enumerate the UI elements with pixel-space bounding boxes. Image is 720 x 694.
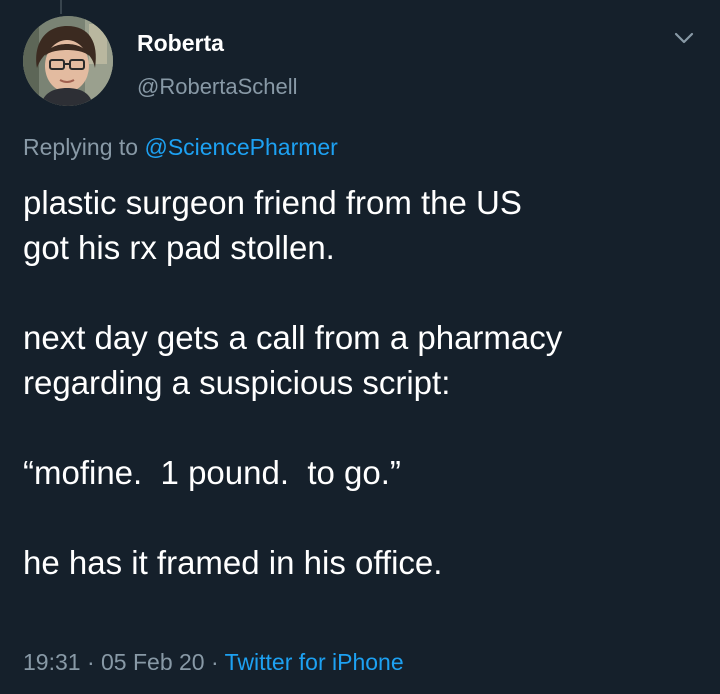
meta-separator: · bbox=[86, 649, 95, 675]
tweet-meta: 19:31 · 05 Feb 20 · Twitter for iPhone bbox=[23, 647, 404, 677]
chevron-down-icon bbox=[674, 32, 694, 44]
reply-mention-link[interactable]: @SciencePharmer bbox=[144, 134, 337, 160]
tweet-menu-button[interactable] bbox=[672, 26, 696, 50]
tweet-date[interactable]: 05 Feb 20 bbox=[101, 649, 205, 675]
tweet-body: plastic surgeon friend from the US got h… bbox=[23, 180, 703, 585]
avatar[interactable] bbox=[23, 16, 113, 106]
tweet-source-link[interactable]: Twitter for iPhone bbox=[225, 649, 404, 675]
reply-context: Replying to @SciencePharmer bbox=[23, 132, 338, 162]
author-display-name[interactable]: Roberta bbox=[137, 28, 224, 58]
tweet-body-line: he has it framed in his office. bbox=[23, 544, 443, 581]
reply-prefix: Replying to bbox=[23, 134, 139, 160]
thread-connector-line bbox=[60, 0, 62, 14]
profile-photo-icon bbox=[23, 16, 113, 106]
tweet-body-line: plastic surgeon friend from the US bbox=[23, 184, 522, 221]
tweet-body-line: got his rx pad stollen. bbox=[23, 229, 335, 266]
tweet-card: Roberta @RobertaSchell Replying to @Scie… bbox=[0, 0, 720, 694]
author-handle[interactable]: @RobertaSchell bbox=[137, 73, 298, 101]
tweet-body-line: “mofine. 1 pound. to go.” bbox=[23, 454, 401, 491]
tweet-body-line: next day gets a call from a pharmacy bbox=[23, 319, 563, 356]
meta-separator: · bbox=[211, 649, 219, 675]
tweet-time[interactable]: 19:31 bbox=[23, 649, 81, 675]
tweet-body-line: regarding a suspicious script: bbox=[23, 364, 451, 401]
